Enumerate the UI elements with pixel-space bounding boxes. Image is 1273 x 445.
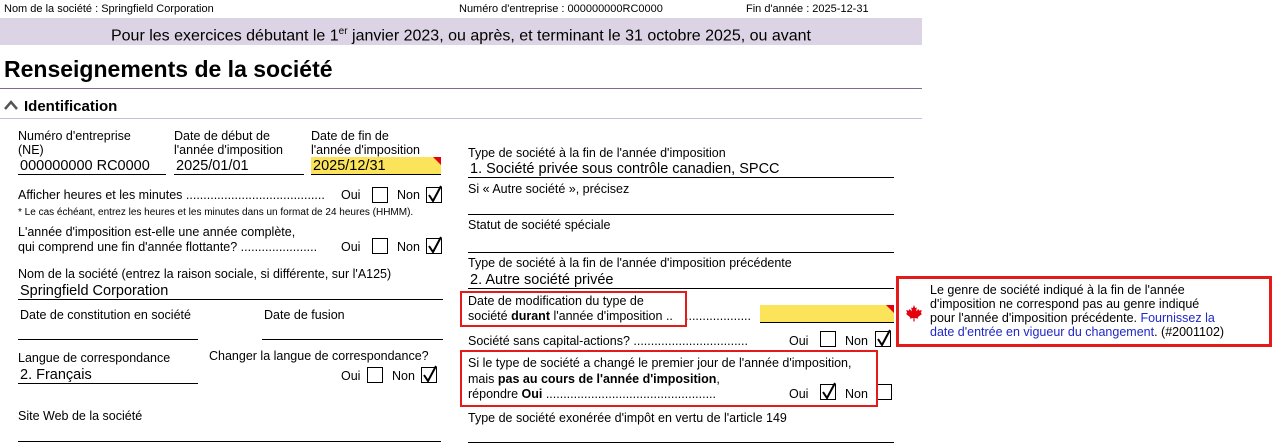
tooltip-line-2: d'imposition ne correspond pas au genre … xyxy=(930,297,1200,311)
section-title: Identification xyxy=(24,98,118,115)
business-number-field[interactable]: 000000000 RC0000 xyxy=(18,157,166,175)
tooltip-link-2[interactable]: date d'entrée en vigueur du changement xyxy=(930,325,1154,339)
no-share-oui-checkbox[interactable] xyxy=(820,331,836,347)
exempt-field[interactable] xyxy=(468,425,894,443)
section-divider xyxy=(0,118,922,119)
company-name-field[interactable]: Springfield Corporation xyxy=(18,282,443,300)
hours-non-label: Non xyxy=(397,188,420,202)
form-area: Nom de la société : Springfield Corporat… xyxy=(0,0,922,445)
hours-oui-checkbox[interactable] xyxy=(372,187,388,203)
full-year-label-1: L'année d'imposition est-elle une année … xyxy=(18,225,296,239)
change-language-oui-checkbox[interactable] xyxy=(367,367,383,383)
period-text-sup: er xyxy=(338,26,348,37)
type-end-field[interactable]: 1. Société privée sous contrôle canadien… xyxy=(468,160,894,178)
section-header-identification[interactable]: Identification xyxy=(4,98,117,115)
incorporation-date-label: Date de constitution en société xyxy=(20,308,191,322)
type-prev-field[interactable]: 2. Autre société privée xyxy=(468,271,894,289)
mod-date-dots: ................... xyxy=(685,309,751,323)
title-divider xyxy=(0,88,922,89)
error-highlight-box xyxy=(460,291,687,327)
checkmark-icon xyxy=(428,185,442,203)
no-share-label: Société sans capital-actions? ..........… xyxy=(468,334,748,348)
period-text-end: janvier 2023, ou après, et terminant le … xyxy=(347,27,811,45)
hours-note: * Le cas échéant, entrez les heures et l… xyxy=(18,207,414,218)
no-share-oui-label: Oui xyxy=(789,334,809,348)
special-status-label: Statut de société spéciale xyxy=(468,218,611,232)
start-date-field[interactable]: 2025/01/01 xyxy=(174,157,304,175)
end-date-field[interactable]: 2025/12/31 xyxy=(311,157,441,175)
error-flag-icon xyxy=(433,157,441,165)
full-year-label-2: qui comprend une fin d'année flottante? … xyxy=(18,240,318,254)
period-text-start: Pour les exercices débutant le 1 xyxy=(110,27,339,45)
mod-date-field[interactable] xyxy=(760,305,894,323)
business-number-header: Numéro d'entreprise : 000000000RC0000 xyxy=(459,3,663,15)
start-date-label-1: Date de début de xyxy=(174,129,270,143)
hours-oui-label: Oui xyxy=(341,188,361,202)
change-language-oui-label: Oui xyxy=(341,369,361,383)
full-year-non-checkbox[interactable] xyxy=(426,236,442,254)
checkmark-icon xyxy=(423,365,437,383)
no-share-non-label: Non xyxy=(845,334,868,348)
language-field[interactable]: 2. Français xyxy=(18,366,198,384)
ne-label-1: Numéro d'entreprise xyxy=(18,129,131,143)
company-name-label: Nom de la société (entrez la raison soci… xyxy=(18,267,392,281)
language-label: Langue de correspondance xyxy=(18,351,171,365)
end-date-label-1: Date de fin de xyxy=(311,129,389,143)
website-field[interactable] xyxy=(18,424,441,442)
change-language-label: Changer la langue de correspondance? xyxy=(209,349,429,363)
form-header: Nom de la société : Springfield Corporat… xyxy=(0,0,922,18)
start-date-label-2: l'année d'imposition xyxy=(174,143,284,157)
chevron-up-icon[interactable] xyxy=(4,98,18,112)
merger-date-label: Date de fusion xyxy=(264,308,345,322)
type-end-label: Type de société à la fin de l'année d'im… xyxy=(468,146,726,160)
hours-label: Afficher heures et les minutes .........… xyxy=(18,188,325,202)
tooltip-code: . (#2001102) xyxy=(1154,325,1225,339)
full-year-oui-checkbox[interactable] xyxy=(372,238,388,254)
exempt-label: Type de société exonérée d'impôt en vert… xyxy=(468,411,787,425)
error-highlight-box xyxy=(460,350,878,407)
no-share-non-checkbox[interactable] xyxy=(875,329,891,347)
change-language-non-checkbox[interactable] xyxy=(421,365,437,383)
tooltip-line-1: Le genre de société indiqué à la fin de … xyxy=(930,283,1185,297)
period-banner: Pour les exercices débutant le 1er janvi… xyxy=(0,18,922,45)
changed-non-checkbox[interactable] xyxy=(876,384,892,400)
tooltip-message: Le genre de société indiqué à la fin de … xyxy=(930,283,1265,339)
full-year-non-label: Non xyxy=(397,240,420,254)
full-year-oui-label: Oui xyxy=(341,240,361,254)
other-company-field[interactable] xyxy=(468,197,894,215)
page-title: Renseignements de la société xyxy=(4,56,333,82)
special-status-field[interactable] xyxy=(468,235,894,253)
year-end-header: Fin d'année : 2025-12-31 xyxy=(746,3,869,15)
ne-label-2: (NE) xyxy=(18,143,44,157)
maple-leaf-icon xyxy=(905,304,923,322)
checkmark-icon xyxy=(877,329,891,347)
tooltip-link-1[interactable]: Fournissez la xyxy=(1140,311,1214,325)
other-company-label: Si « Autre société », précisez xyxy=(468,182,630,196)
hours-non-checkbox[interactable] xyxy=(426,185,442,203)
tooltip-line-3: pour l'année d'imposition précédente. xyxy=(930,311,1141,325)
merger-date-field[interactable] xyxy=(262,322,443,340)
incorporation-date-field[interactable] xyxy=(18,322,198,340)
type-prev-label: Type de société à la fin de l'année d'im… xyxy=(468,256,792,270)
company-name-header: Nom de la société : Springfield Corporat… xyxy=(4,3,214,15)
website-label: Site Web de la société xyxy=(18,409,143,423)
change-language-non-label: Non xyxy=(392,369,415,383)
error-flag-icon xyxy=(886,305,894,313)
end-date-label-2: l'année d'imposition xyxy=(311,143,421,157)
checkmark-icon xyxy=(428,236,442,254)
error-tooltip: Le genre de société indiqué à la fin de … xyxy=(896,276,1272,347)
